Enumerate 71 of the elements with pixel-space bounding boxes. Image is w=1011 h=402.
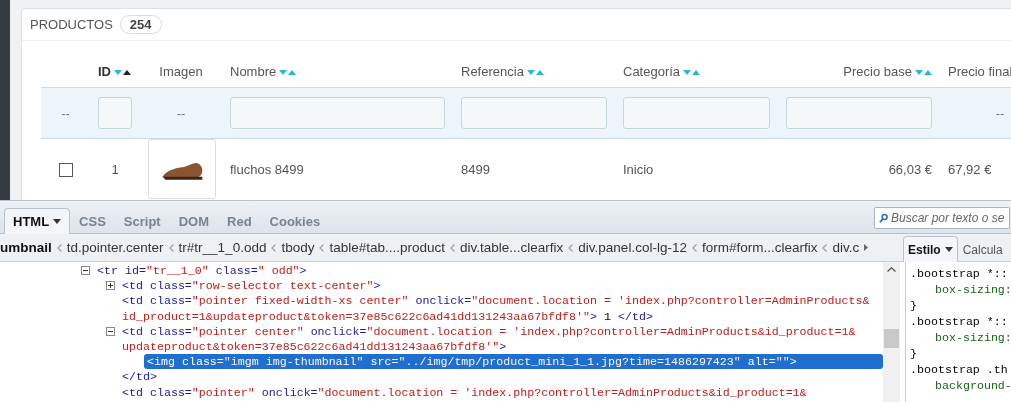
breadcrumb-item[interactable]: umbnail [0, 240, 52, 255]
chevron-icon [271, 243, 277, 252]
breadcrumb-item[interactable]: tbody [281, 240, 315, 255]
css-rule-line: .bootstrap .th [910, 363, 1008, 376]
search-field[interactable]: Buscar por texto o se [874, 207, 1010, 229]
chevron-icon [319, 243, 325, 252]
empty-filter: -- [176, 105, 186, 121]
column-header: Precio final [940, 41, 1011, 88]
chevron-icon [691, 243, 697, 252]
code-line[interactable]: <td class="pointer center" onclick="document.location = 'index.php?controller=AdminProducts&id_product=1& [119, 323, 883, 339]
breadcrumb-item[interactable]: div.panel.col-lg-12 [578, 240, 687, 255]
chevron-icon [56, 243, 62, 252]
collapse-icon[interactable] [106, 326, 115, 336]
table-cell: 1 [111, 161, 119, 177]
overflow-arrow-icon[interactable] [864, 244, 869, 251]
collapse-icon[interactable] [81, 266, 90, 275]
code-line[interactable]: <td class="pointer fixed-width-xs center" onclick="document.location = 'index.php?controller=AdminProducts& [119, 293, 883, 309]
caret-icon [944, 247, 953, 252]
breadcrumb-item[interactable]: div.c [832, 240, 860, 255]
css-rule-line: } [910, 347, 917, 360]
empty-filter: -- [995, 105, 1005, 121]
panel-title: PRODUCTOS [30, 17, 113, 32]
breadcrumb-item[interactable]: form#form...clearfix [701, 240, 818, 255]
breadcrumb-item[interactable]: tr#tr__1_0.odd [178, 240, 267, 255]
code-line[interactable]: </td> [119, 369, 883, 385]
column-header[interactable]: Referencia [453, 41, 615, 88]
table-cell: Inicio [623, 161, 654, 177]
column-header: Imagen [140, 41, 222, 88]
side-panel-tab[interactable]: Estilo [903, 236, 958, 262]
chevron-icon [568, 243, 574, 252]
code-line[interactable]: updateproduct&token=37e85c622c6ad41dd131243aa67bfdf8'"> [119, 338, 883, 355]
row-checkbox[interactable] [58, 162, 73, 177]
css-rule-line: box-sizing: [935, 283, 1011, 296]
chevron-icon [450, 243, 456, 252]
css-rule-line: box-sizing: [935, 331, 1011, 344]
code-line[interactable]: <td class="row-selector text-center"> [119, 278, 883, 294]
table-cell: 67,92 € [948, 161, 992, 177]
table-cell: fluchos 8499 [230, 161, 304, 177]
code-line[interactable]: <td class="pointer" onclick="document.location = 'index.php?controller=AdminProducts&id_product=1& [119, 384, 883, 400]
search-icon [879, 211, 888, 225]
css-rule-line: .bootstrap *:: [910, 267, 1008, 280]
css-rule-line: } [910, 299, 917, 312]
filter-field[interactable] [623, 97, 770, 129]
scrollbar[interactable] [883, 262, 900, 402]
css-rule-line: .bootstrap *:: [910, 315, 1008, 328]
css-rule-line: background- [935, 379, 1011, 392]
scrollbar-thumb[interactable] [884, 329, 899, 348]
caret-icon [53, 219, 62, 224]
table-cell: 66,03 € [888, 161, 932, 177]
filter-field[interactable] [786, 97, 932, 129]
empty-filter: -- [61, 105, 70, 121]
table-cell: 8499 [461, 161, 490, 177]
filter-field[interactable] [461, 97, 607, 129]
column-header[interactable]: ID [90, 41, 140, 88]
column-header[interactable]: Nombre [222, 41, 453, 88]
column-header[interactable]: Precio base [778, 41, 940, 88]
side-panel-tab[interactable]: Calcula [957, 236, 1008, 262]
code-line[interactable]: <tr id="tr__1_0" class=" odd"> [94, 263, 883, 279]
chevron-icon [822, 243, 828, 252]
filter-field[interactable] [98, 97, 132, 129]
chevron-icon [168, 243, 174, 252]
breadcrumb-item[interactable]: td.pointer.center [66, 240, 164, 255]
panel-tab[interactable]: HTML [4, 208, 71, 234]
sort-icon[interactable] [114, 68, 131, 77]
filter-field[interactable] [230, 97, 445, 129]
column-header[interactable]: Categoría [615, 41, 778, 88]
breadcrumb-item[interactable]: table#tab....product [329, 240, 446, 255]
expand-icon[interactable] [106, 281, 115, 291]
code-line[interactable]: id_product=1&updateproduct&token=37e85c622c6ad41dd131243aa67bfdf8'"> 1 </td> [119, 308, 883, 324]
breadcrumb-item[interactable]: div.table...clearfix [460, 240, 564, 255]
scroll-up-icon[interactable] [887, 267, 896, 272]
